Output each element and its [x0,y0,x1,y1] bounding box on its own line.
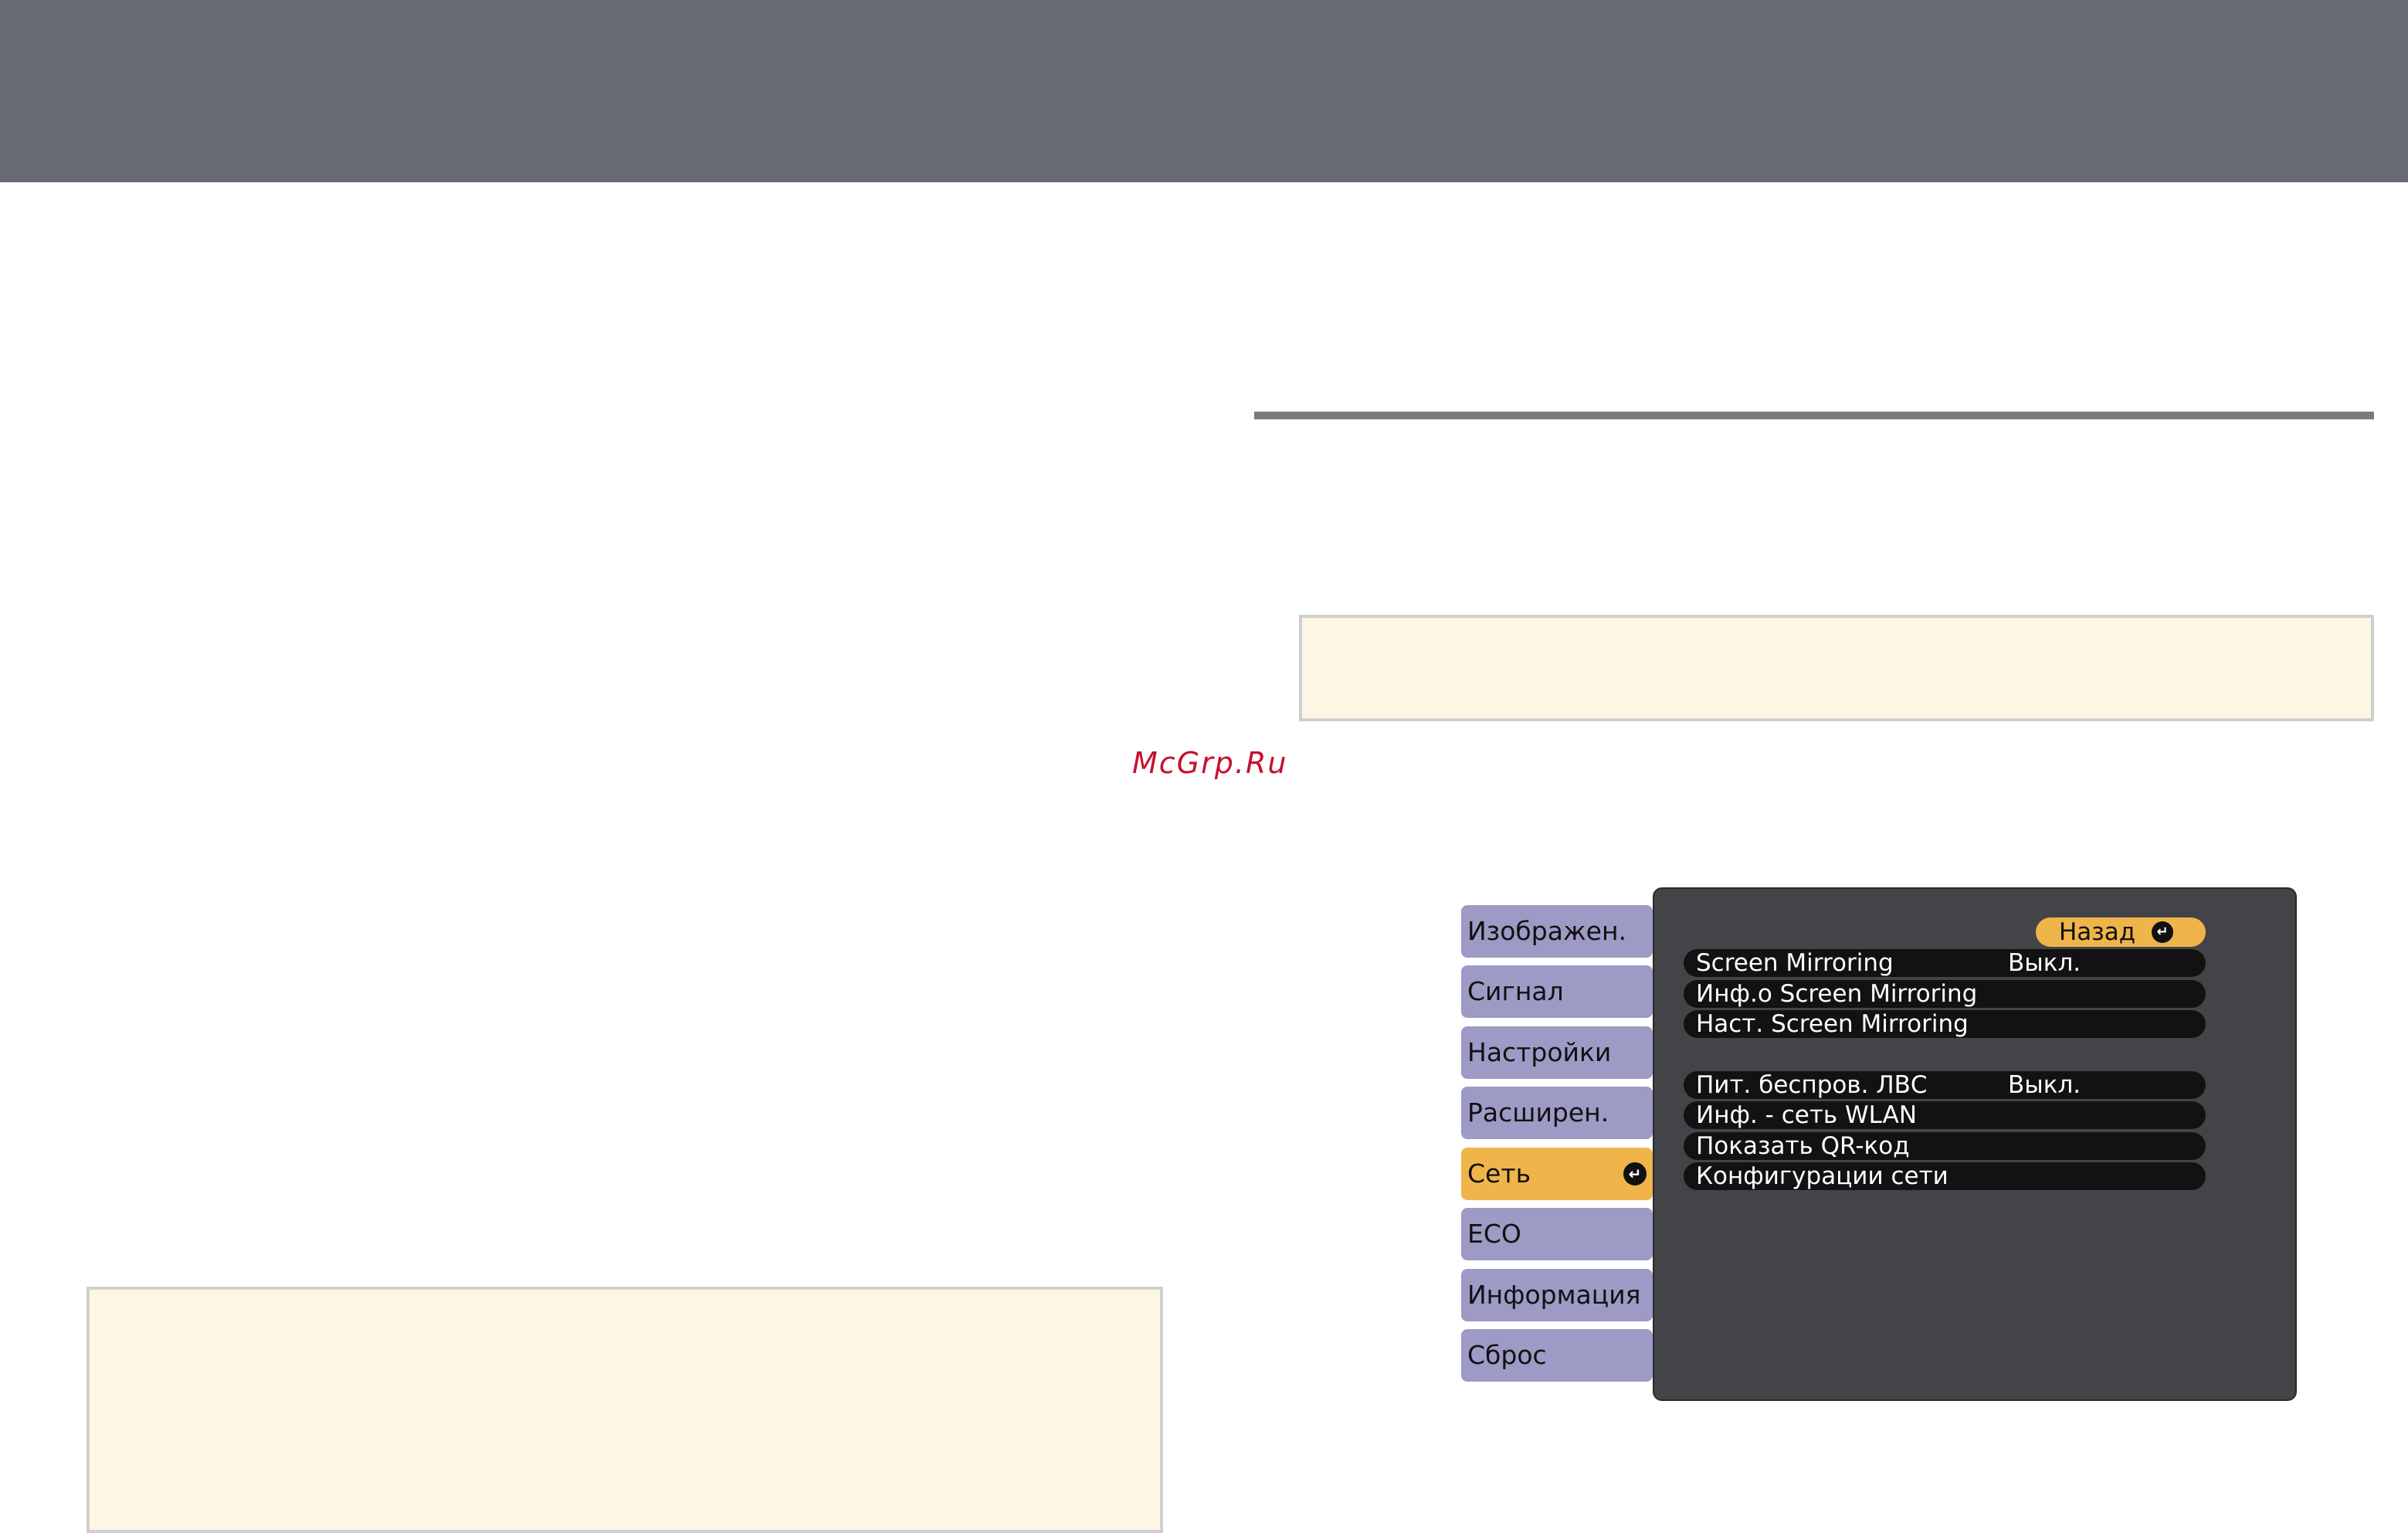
enter-return-icon: ↵ [1623,1162,1647,1185]
tab-label: Сигнал [1467,976,1564,1006]
row-label: Показать QR-код [1696,1132,1910,1160]
tab-settings[interactable]: Настройки [1461,1026,1653,1079]
tab-label: Расширен. [1467,1097,1609,1128]
tab-label: Информация [1467,1280,1641,1310]
menu-row-screen-mirroring-settings[interactable]: Наст. Screen Mirroring [1684,1010,2206,1038]
watermark: McGrp.Ru [1132,746,1288,780]
tab-label: ECO [1467,1219,1521,1249]
menu-row-screen-mirroring[interactable]: Screen Mirroring Выкл. [1684,949,2206,977]
row-label: Screen Mirroring [1696,949,1894,977]
tab-network[interactable]: Сеть ↵ [1461,1148,1653,1200]
tab-information[interactable]: Информация [1461,1269,1653,1321]
tab-image[interactable]: Изображен. [1461,905,1653,958]
menu-row-show-qr-code[interactable]: Показать QR-код [1684,1132,2206,1160]
tab-extended[interactable]: Расширен. [1461,1087,1653,1139]
menu-row-wireless-lan-power[interactable]: Пит. беспров. ЛВС Выкл. [1684,1071,2206,1099]
tab-label: Сеть [1467,1158,1531,1189]
network-settings-panel: Назад ↵ Screen Mirroring Выкл. Инф.о Scr… [1654,889,2295,1399]
tab-label: Настройки [1467,1037,1612,1067]
menu-row-screen-mirroring-info[interactable]: Инф.о Screen Mirroring [1684,980,2206,1008]
back-button-label: Назад [2059,918,2136,946]
enter-return-icon: ↵ [2152,921,2173,943]
row-label: Инф.о Screen Mirroring [1696,980,1978,1008]
tab-label: Сброс [1467,1340,1547,1370]
back-button[interactable]: Назад ↵ [2036,917,2206,947]
row-value: Выкл. [2008,1071,2081,1099]
row-label: Конфигурации сети [1696,1162,1948,1190]
section-divider [1254,412,2374,419]
tab-signal[interactable]: Сигнал [1461,965,1653,1018]
top-banner [0,0,2408,182]
row-label: Инф. - сеть WLAN [1696,1101,1918,1129]
row-label: Наст. Screen Mirroring [1696,1010,1969,1038]
tab-reset[interactable]: Сброс [1461,1329,1653,1382]
menu-row-wlan-info[interactable]: Инф. - сеть WLAN [1684,1101,2206,1129]
row-label: Пит. беспров. ЛВС [1696,1071,1928,1099]
row-value: Выкл. [2008,949,2081,977]
note-box [86,1287,1163,1533]
note-box [1299,615,2374,721]
menu-row-network-configuration[interactable]: Конфигурации сети [1684,1162,2206,1190]
tab-eco[interactable]: ECO [1461,1208,1653,1260]
tab-label: Изображен. [1467,916,1627,946]
